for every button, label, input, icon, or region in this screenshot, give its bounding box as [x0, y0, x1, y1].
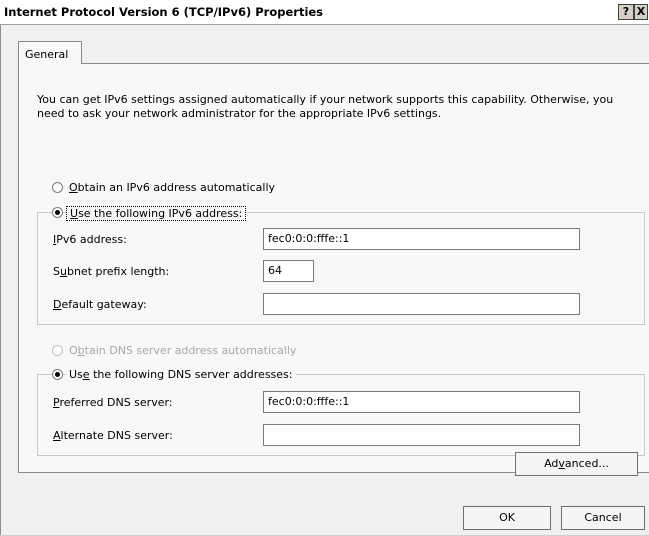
- use-dns-servers-radio[interactable]: [52, 369, 63, 380]
- general-panel: You can get IPv6 settings assigned autom…: [18, 63, 649, 473]
- close-icon: X: [636, 5, 646, 18]
- alternate-dns-label: Alternate DNS server:: [53, 429, 173, 442]
- window-title: Internet Protocol Version 6 (TCP/IPv6) P…: [4, 5, 324, 19]
- dialog-body: General You can get IPv6 settings assign…: [0, 25, 649, 535]
- title-bar: Internet Protocol Version 6 (TCP/IPv6) P…: [0, 0, 649, 25]
- ipv6-address-label: IPv6 address:: [53, 233, 127, 246]
- preferred-dns-input[interactable]: fec0:0:0:fffe::1: [263, 391, 580, 413]
- obtain-dns-auto-radio[interactable]: [52, 345, 63, 356]
- use-dns-servers-label[interactable]: Use the following DNS server addresses:: [66, 368, 296, 381]
- close-button[interactable]: X: [634, 4, 648, 20]
- cancel-button[interactable]: Cancel: [561, 506, 645, 530]
- ok-button[interactable]: OK: [463, 506, 551, 530]
- obtain-ipv6-auto-radio[interactable]: [52, 182, 63, 193]
- use-ipv6-address-radio[interactable]: [52, 207, 63, 218]
- subnet-prefix-input[interactable]: 64: [263, 260, 314, 282]
- preferred-dns-label: Preferred DNS server:: [53, 396, 173, 409]
- help-button[interactable]: ?: [618, 4, 634, 20]
- help-icon: ?: [622, 5, 630, 18]
- intro-text: You can get IPv6 settings assigned autom…: [37, 93, 614, 120]
- subnet-prefix-label: Subnet prefix length:: [53, 265, 170, 278]
- ipv6-address-input[interactable]: fec0:0:0:fffe::1: [263, 228, 580, 250]
- tab-general[interactable]: General: [18, 41, 82, 64]
- default-gateway-input[interactable]: [263, 293, 580, 315]
- obtain-dns-auto-label[interactable]: Obtain DNS server address automatically: [69, 344, 296, 357]
- alternate-dns-input[interactable]: [263, 424, 580, 446]
- use-ipv6-address-label[interactable]: Use the following IPv6 address:: [66, 206, 247, 221]
- tab-general-label: General: [25, 48, 69, 61]
- obtain-ipv6-auto-label[interactable]: Obtain an IPv6 address automatically: [69, 181, 275, 194]
- advanced-button[interactable]: Advanced...: [515, 452, 638, 476]
- default-gateway-label: Default gateway:: [53, 298, 147, 311]
